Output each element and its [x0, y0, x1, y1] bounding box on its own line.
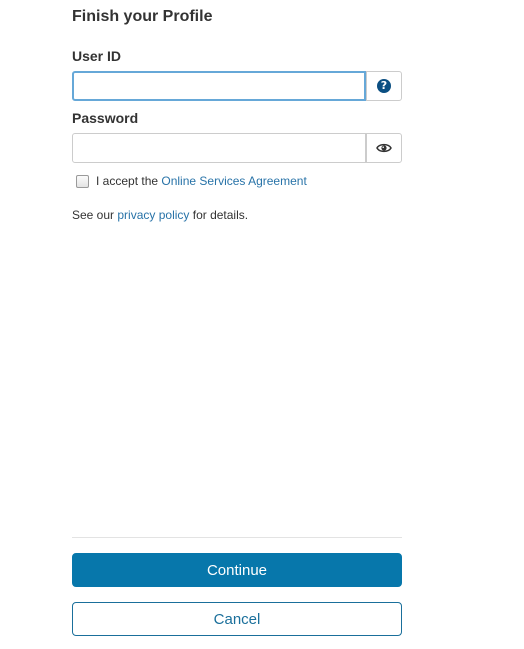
divider [72, 537, 402, 538]
page-title: Finish your Profile [72, 8, 213, 25]
finish-profile-page: Finish your Profile User ID ? Password I… [0, 0, 524, 649]
privacy-suffix: for details. [189, 208, 249, 222]
password-input[interactable] [72, 133, 366, 163]
privacy-policy-link[interactable]: privacy policy [117, 208, 189, 222]
cancel-button[interactable]: Cancel [72, 602, 402, 636]
password-visibility-toggle[interactable] [366, 133, 402, 163]
eye-icon [376, 143, 392, 153]
user-id-label: User ID [72, 48, 122, 64]
agreement-row: I accept the Online Services Agreement [76, 174, 307, 188]
agreement-checkbox[interactable] [76, 174, 89, 188]
privacy-prefix: See our [72, 208, 118, 222]
continue-button[interactable]: Continue [72, 553, 402, 587]
privacy-note: See our privacy policy for details. [72, 208, 248, 222]
agreement-text: I accept the [96, 174, 162, 188]
user-id-help-button[interactable]: ? [366, 71, 402, 101]
online-services-agreement-link[interactable]: Online Services Agreement [161, 174, 306, 188]
password-field-group [72, 133, 402, 163]
user-id-field-group: ? [72, 71, 402, 101]
user-id-input[interactable] [72, 71, 366, 101]
question-circle-icon: ? [377, 79, 391, 93]
password-label: Password [72, 110, 139, 126]
